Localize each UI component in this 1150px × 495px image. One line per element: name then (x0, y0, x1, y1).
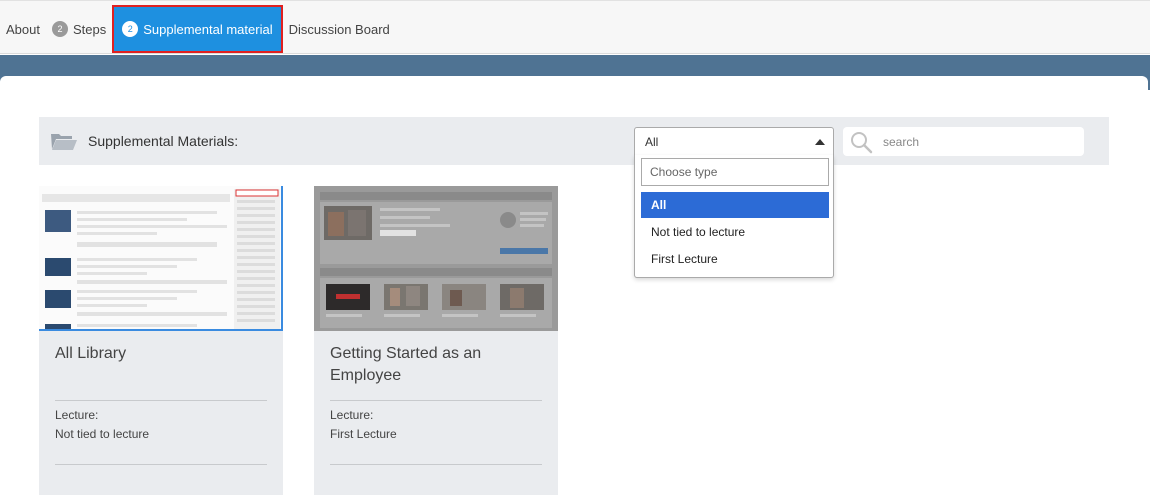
tab-steps[interactable]: 2 Steps (46, 5, 112, 53)
card-thumbnail (314, 186, 558, 331)
tab-supplemental-label: Supplemental material (143, 21, 273, 37)
card-title: Getting Started as an Employee (330, 345, 482, 384)
toolbar-title: Supplemental Materials: (88, 133, 239, 149)
tab-steps-label: Steps (72, 21, 107, 37)
tab-list: About 2 Steps 2 Supplemental material Di… (0, 5, 396, 53)
tab-discussion-label: Discussion Board (288, 21, 390, 37)
material-card-getting-started[interactable]: Getting Started as an Employee Lecture: … (314, 186, 558, 495)
getting-started-preview-image (314, 186, 558, 331)
dropdown-option-all[interactable]: All (641, 192, 829, 218)
dropdown-search-input[interactable] (641, 158, 829, 186)
library-preview-image (39, 186, 281, 329)
tab-steps-count-badge: 2 (51, 21, 68, 37)
type-select-value: All (645, 135, 659, 149)
type-dropdown-menu: All Not tied to lecture First Lecture (634, 155, 834, 278)
search-input[interactable] (883, 132, 1073, 152)
tab-about-label: About (6, 21, 40, 37)
card-title: All Library (55, 345, 127, 362)
card-divider (55, 464, 267, 465)
card-lecture-label: Lecture: (55, 408, 99, 422)
card-lecture-value: First Lecture (330, 427, 397, 441)
tab-discussion-board[interactable]: Discussion Board (283, 5, 396, 53)
caret-up-icon (815, 139, 825, 145)
card-lecture-label: Lecture: (330, 408, 374, 422)
tab-supplemental-count-badge: 2 (122, 21, 139, 37)
dropdown-option-not-tied-to-lecture[interactable]: Not tied to lecture (641, 219, 829, 245)
dropdown-option-first-lecture[interactable]: First Lecture (641, 246, 829, 272)
folder-open-icon (51, 134, 77, 150)
card-thumbnail (39, 186, 283, 331)
card-divider (330, 400, 542, 401)
type-select[interactable]: All (634, 127, 834, 156)
card-lecture-value: Not tied to lecture (55, 427, 150, 441)
material-card-all-library[interactable]: All Library Lecture: Not tied to lecture (39, 186, 283, 495)
card-divider (330, 464, 542, 465)
search-icon (851, 132, 873, 154)
top-tab-bar: About 2 Steps 2 Supplemental material Di… (0, 0, 1150, 54)
tab-about[interactable]: About (0, 5, 46, 53)
search-box (843, 127, 1084, 156)
tab-supplemental-material[interactable]: 2 Supplemental material (112, 5, 283, 53)
card-divider (55, 400, 267, 401)
